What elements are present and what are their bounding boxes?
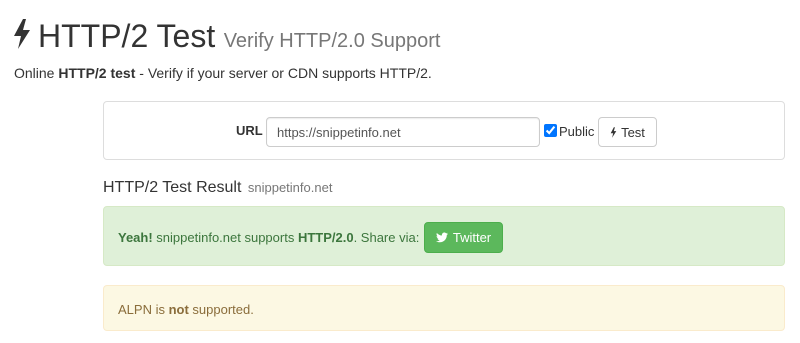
lead-text: Online HTTP/2 test - Verify if your serv… bbox=[14, 65, 432, 81]
bolt-icon bbox=[14, 19, 30, 49]
success-text: snippetinfo.net supports bbox=[152, 230, 298, 245]
twitter-button-label: Twitter bbox=[452, 230, 492, 245]
url-label: URL bbox=[236, 123, 263, 138]
page-header: HTTP/2 Test Verify HTTP/2.0 Support bbox=[12, 18, 440, 55]
test-button[interactable]: Test bbox=[598, 117, 657, 147]
lead-prefix: Online bbox=[14, 65, 59, 81]
alpn-prefix: ALPN is bbox=[118, 302, 169, 317]
success-alert: Yeah! snippetinfo.net supports HTTP/2.0.… bbox=[103, 206, 785, 266]
lead-bold: HTTP/2 test bbox=[58, 65, 136, 81]
alpn-warning-alert: ALPN is not supported. bbox=[103, 285, 785, 331]
alpn-message: ALPN is not supported. bbox=[118, 302, 254, 317]
twitter-share-button[interactable]: Twitter bbox=[424, 222, 503, 253]
twitter-icon bbox=[435, 232, 448, 243]
success-message: Yeah! snippetinfo.net supports HTTP/2.0.… bbox=[118, 230, 419, 245]
lead-suffix: - Verify if your server or CDN supports … bbox=[135, 65, 432, 81]
public-checkbox[interactable] bbox=[544, 124, 557, 137]
result-heading: HTTP/2 Test Result snippetinfo.net bbox=[103, 179, 332, 197]
alpn-suffix: supported. bbox=[188, 302, 254, 317]
page-title: HTTP/2 Test bbox=[38, 18, 216, 54]
url-input[interactable] bbox=[266, 117, 540, 147]
bolt-icon bbox=[610, 126, 617, 138]
test-button-label: Test bbox=[621, 124, 645, 140]
result-domain: snippetinfo.net bbox=[247, 180, 333, 195]
share-via-text: . Share via: bbox=[353, 230, 420, 245]
page-subtitle: Verify HTTP/2.0 Support bbox=[223, 30, 441, 52]
url-form-panel: URL Public Test bbox=[103, 101, 785, 160]
alpn-bold: not bbox=[168, 302, 189, 317]
success-protocol: HTTP/2.0 bbox=[297, 230, 354, 245]
result-title: HTTP/2 Test Result bbox=[103, 179, 242, 196]
success-yeah: Yeah! bbox=[118, 230, 153, 245]
public-label: Public bbox=[559, 124, 595, 139]
